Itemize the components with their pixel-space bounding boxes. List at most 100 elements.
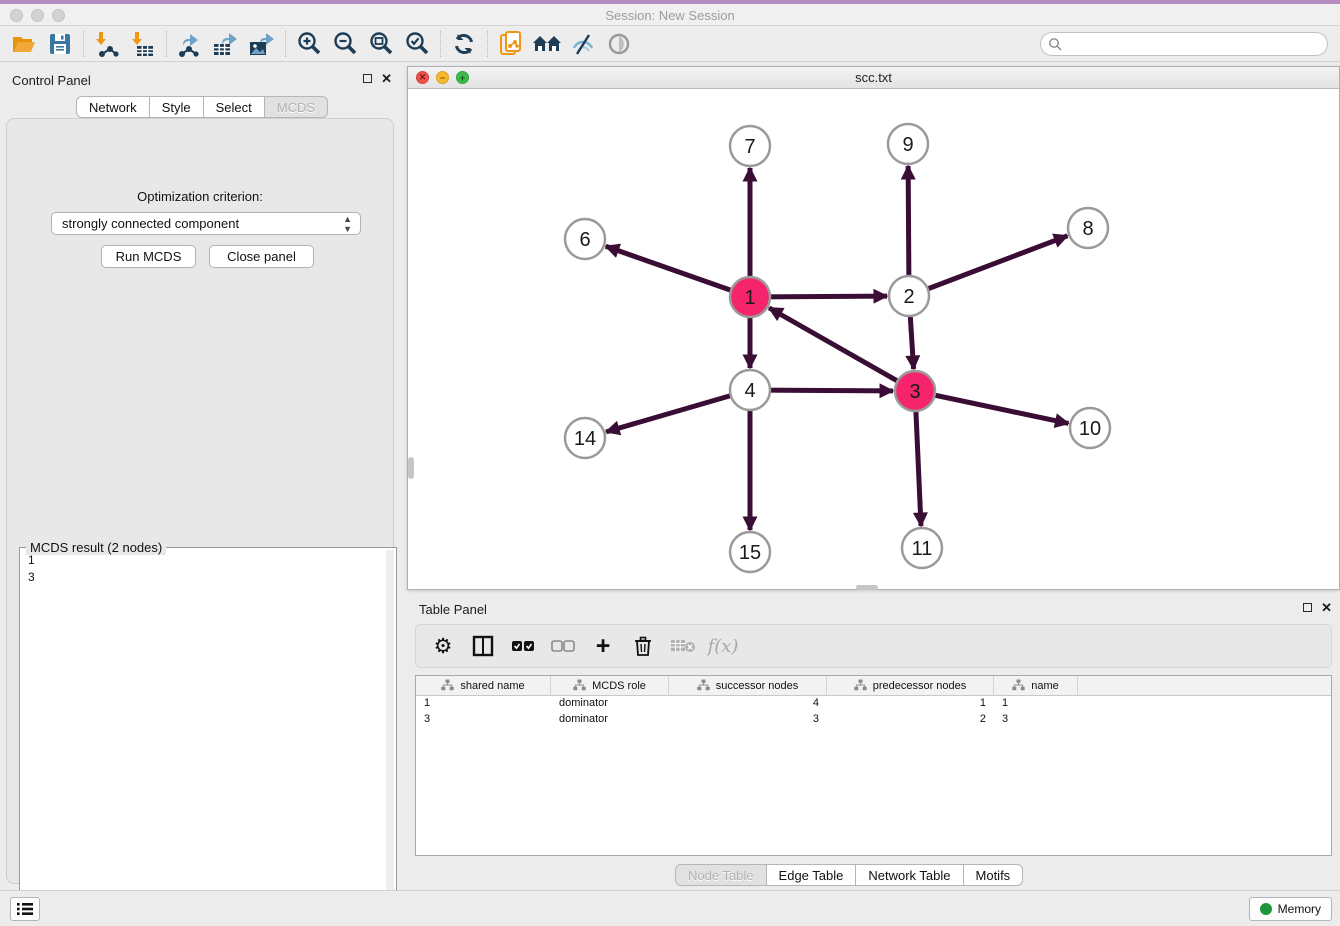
list-icon	[16, 902, 34, 916]
column-header-predecessor-nodes[interactable]: predecessor nodes	[827, 676, 994, 696]
table-cell[interactable]: dominator	[551, 696, 669, 712]
close-panel-button[interactable]: Close panel	[209, 245, 314, 268]
tab-style[interactable]: Style	[150, 96, 204, 118]
graph-node-15[interactable]: 15	[730, 532, 770, 572]
memory-label: Memory	[1278, 902, 1321, 916]
zoom-out-icon[interactable]	[327, 29, 363, 59]
search-field-wrap	[1040, 32, 1328, 56]
table-cell[interactable]: dominator	[551, 712, 669, 728]
svg-text:6: 6	[579, 229, 590, 251]
table-cell[interactable]: 4	[669, 696, 827, 712]
graph-node-14[interactable]: 14	[565, 418, 605, 458]
graph-node-10[interactable]: 10	[1070, 408, 1110, 448]
import-table-icon[interactable]	[125, 29, 161, 59]
network-graph-canvas[interactable]: 1 2 3 4 6 7 8 9 10 11 14 15	[408, 89, 1339, 589]
table-cell[interactable]: 3	[994, 712, 1078, 728]
node-table-rows: 1dominator4113dominator323	[416, 696, 1331, 728]
zoom-fit-icon[interactable]	[363, 29, 399, 59]
table-cell[interactable]: 1	[827, 696, 994, 712]
toolbar-separator	[83, 31, 84, 57]
tab-motifs[interactable]: Motifs	[964, 864, 1024, 886]
table-cell[interactable]: 3	[416, 712, 551, 728]
edge-2-8[interactable]	[909, 236, 1067, 296]
deselect-all-icon[interactable]	[550, 633, 576, 659]
mcds-tab-content: Optimization criterion: strongly connect…	[6, 118, 394, 884]
tab-network[interactable]: Network	[76, 96, 150, 118]
gear-icon[interactable]: ⚙	[430, 633, 456, 659]
column-header-MCDS-role[interactable]: MCDS role	[551, 676, 669, 696]
memory-button[interactable]: Memory	[1249, 897, 1332, 921]
column-header-name[interactable]: name	[994, 676, 1078, 696]
network-hscroll-handle[interactable]	[856, 585, 878, 590]
graph-node-6[interactable]: 6	[565, 219, 605, 259]
float-panel-icon[interactable]	[363, 74, 372, 83]
zoom-selected-icon[interactable]	[399, 29, 435, 59]
add-column-icon[interactable]: +	[590, 633, 616, 659]
optimization-criterion-label: Optimization criterion:	[7, 189, 393, 204]
export-network-icon[interactable]	[172, 29, 208, 59]
graph-node-2[interactable]: 2	[889, 276, 929, 316]
delete-table-icon[interactable]	[670, 633, 696, 659]
close-panel-icon[interactable]: ✕	[1321, 602, 1332, 613]
table-row[interactable]: 1dominator411	[416, 696, 1331, 712]
toolbar-separator	[285, 31, 286, 57]
graph-node-3[interactable]: 3	[895, 371, 935, 411]
node-table-header-row: shared nameMCDS rolesuccessor nodesprede…	[416, 676, 1331, 696]
export-image-icon[interactable]	[244, 29, 280, 59]
split-columns-icon[interactable]	[470, 633, 496, 659]
result-scrollbar[interactable]	[386, 550, 394, 922]
edge-4-3[interactable]	[750, 390, 893, 391]
graph-node-7[interactable]: 7	[730, 126, 770, 166]
status-bar: Memory	[0, 890, 1340, 926]
column-header-successor-nodes[interactable]: successor nodes	[669, 676, 827, 696]
tab-select[interactable]: Select	[204, 96, 265, 118]
control-panel-tabbar: NetworkStyleSelectMCDS	[76, 96, 328, 118]
criterion-dropdown[interactable]: strongly connected component ▲▼	[51, 212, 361, 235]
table-cell[interactable]: 1	[416, 696, 551, 712]
mcds-result-text[interactable]: 1 3	[22, 552, 35, 586]
edge-3-1[interactable]	[769, 308, 915, 391]
table-row[interactable]: 3dominator323	[416, 712, 1331, 728]
graph-node-9[interactable]: 9	[888, 124, 928, 164]
svg-text:3: 3	[909, 381, 920, 403]
eye-icon[interactable]	[601, 29, 637, 59]
column-header-shared-name[interactable]: shared name	[416, 676, 551, 696]
run-mcds-button[interactable]: Run MCDS	[101, 245, 196, 268]
network-window-titlebar[interactable]: ✕ − + scc.txt	[408, 67, 1339, 89]
graph-node-1[interactable]: 1	[730, 277, 770, 317]
table-cell[interactable]: 1	[994, 696, 1078, 712]
import-network-icon[interactable]	[89, 29, 125, 59]
save-icon[interactable]	[42, 29, 78, 59]
open-file-icon[interactable]	[6, 29, 42, 59]
hide-panel-icon[interactable]	[565, 29, 601, 59]
network-vscroll-handle[interactable]	[408, 457, 414, 479]
close-panel-icon[interactable]: ✕	[381, 73, 392, 84]
refresh-icon[interactable]	[446, 29, 482, 59]
tab-network-table[interactable]: Network Table	[856, 864, 963, 886]
task-history-button[interactable]	[10, 897, 40, 921]
tab-mcds[interactable]: MCDS	[265, 96, 328, 118]
table-cell[interactable]: 2	[827, 712, 994, 728]
edge-1-6[interactable]	[606, 246, 750, 297]
home-icon[interactable]	[529, 29, 565, 59]
graph-node-11[interactable]: 11	[902, 528, 942, 568]
table-panel: Table Panel ✕ ⚙ + f(x) shared nameMCDS r…	[407, 595, 1340, 890]
search-input[interactable]	[1040, 32, 1328, 56]
zoom-in-icon[interactable]	[291, 29, 327, 59]
toolbar-separator	[440, 31, 441, 57]
tab-node-table[interactable]: Node Table	[675, 864, 767, 886]
delete-column-icon[interactable]	[630, 633, 656, 659]
tab-edge-table[interactable]: Edge Table	[767, 864, 857, 886]
mcds-result-box: MCDS result (2 nodes) 1 3	[19, 547, 397, 926]
edge-4-14[interactable]	[606, 390, 750, 432]
float-panel-icon[interactable]	[1303, 603, 1312, 612]
svg-text:14: 14	[574, 428, 596, 450]
table-cell[interactable]: 3	[669, 712, 827, 728]
export-table-icon[interactable]	[208, 29, 244, 59]
select-all-icon[interactable]	[510, 633, 536, 659]
edge-3-10[interactable]	[915, 391, 1068, 423]
graph-node-8[interactable]: 8	[1068, 208, 1108, 248]
graph-node-4[interactable]: 4	[730, 370, 770, 410]
control-panel: Control Panel ✕ NetworkStyleSelectMCDS O…	[0, 66, 400, 890]
clone-network-icon[interactable]	[493, 29, 529, 59]
